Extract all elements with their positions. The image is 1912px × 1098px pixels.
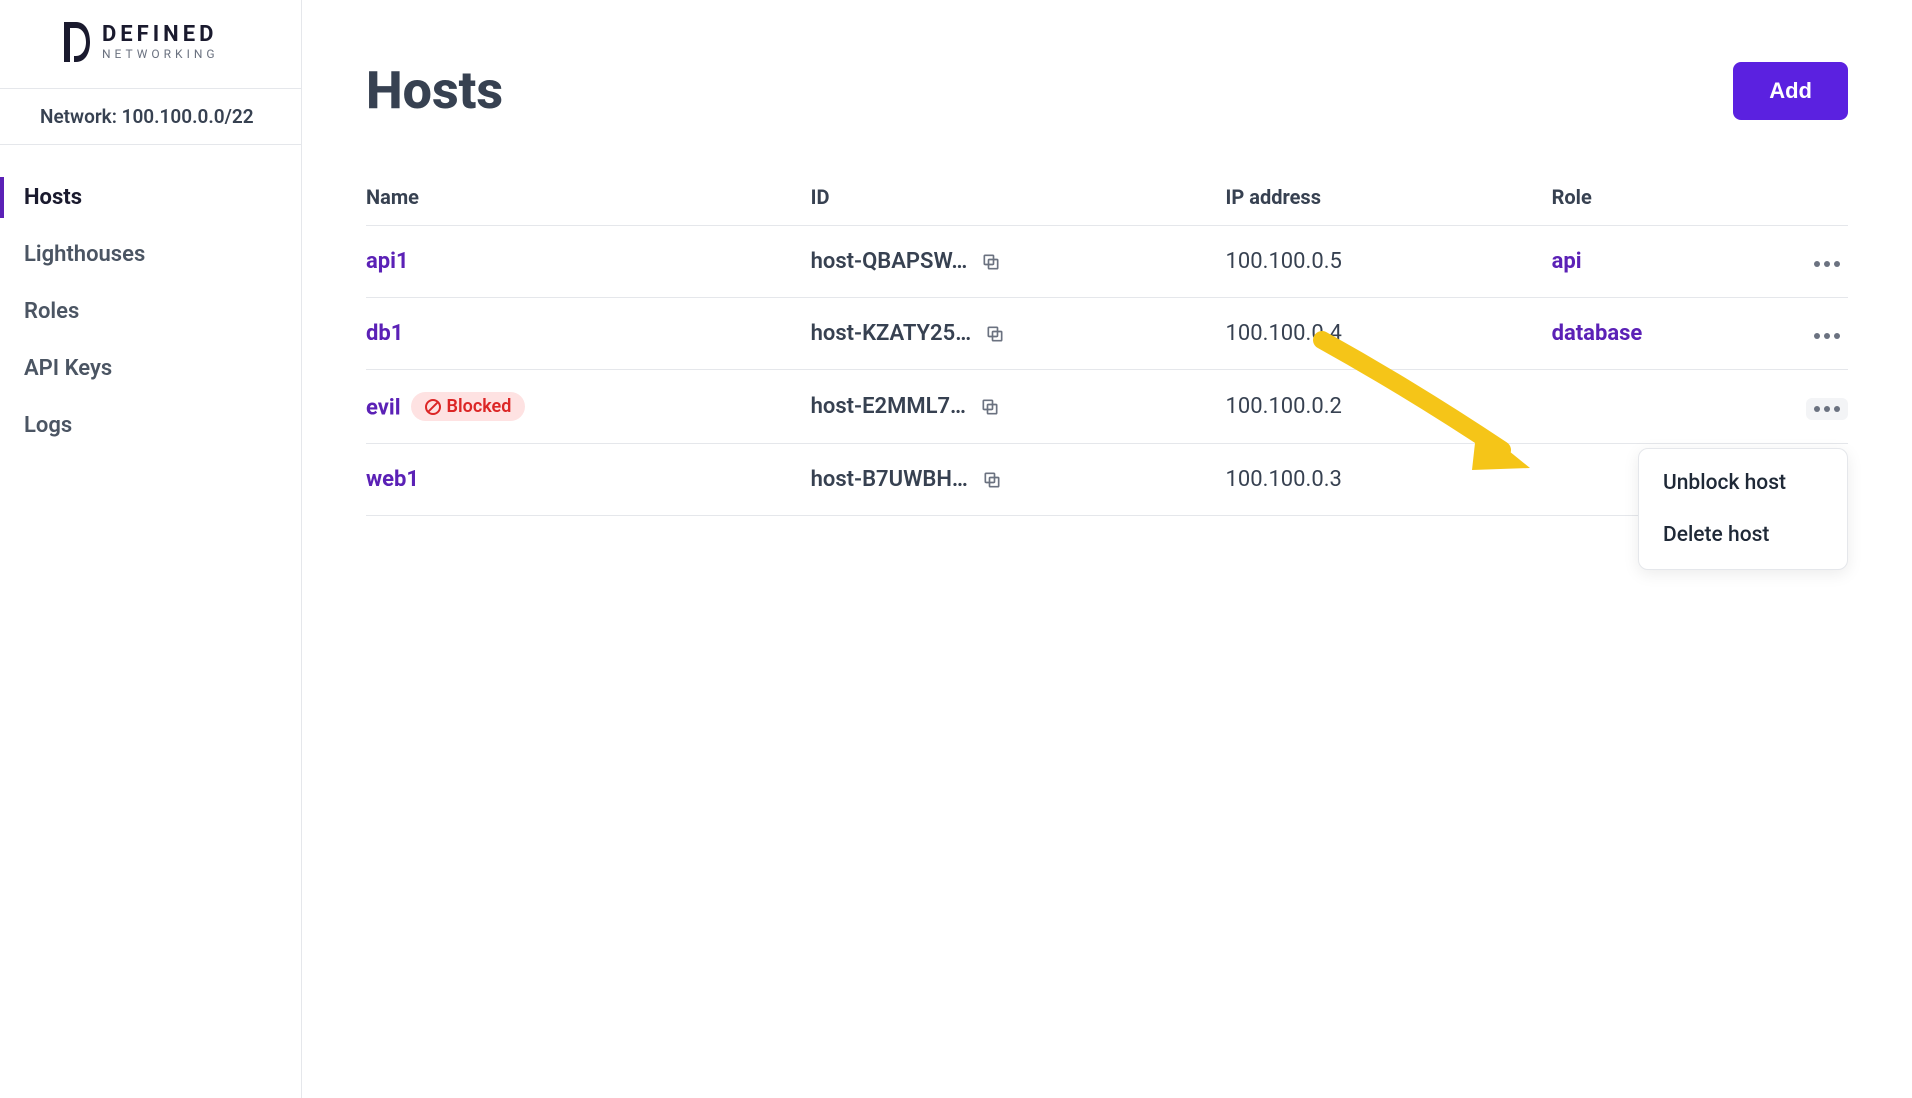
row-actions-button[interactable] <box>1806 253 1848 275</box>
table-row: web1 host-B7UWBH… 100.100.0.3 <box>366 444 1848 516</box>
hosts-table: Name ID IP address Role api1 host-QBAPSW… <box>366 169 1848 516</box>
copy-icon[interactable] <box>985 324 1005 344</box>
host-ip: 100.100.0.3 <box>1226 467 1342 492</box>
network-label: Network: 100.100.0.0/22 <box>0 89 301 145</box>
brand-title: DEFINED <box>102 24 219 46</box>
row-actions-button[interactable] <box>1806 325 1848 347</box>
host-name-link[interactable]: evil <box>366 396 401 421</box>
host-ip: 100.100.0.4 <box>1226 321 1342 346</box>
host-id: host-QBAPSW… <box>811 249 968 274</box>
dropdown-unblock-host[interactable]: Unblock host <box>1639 457 1847 509</box>
th-id: ID <box>811 169 1226 226</box>
main-content: Hosts Add Name ID IP address Role api1 h… <box>302 0 1912 1098</box>
copy-icon[interactable] <box>980 397 1000 417</box>
blocked-badge: Blocked <box>411 392 526 421</box>
host-name-link[interactable]: web1 <box>366 467 419 492</box>
sidebar-item-logs[interactable]: Logs <box>0 397 301 454</box>
table-row: evil Blocked host-E2MML7… 100.100.0.2 <box>366 370 1848 444</box>
page-header: Hosts Add <box>366 60 1848 121</box>
sidebar-item-roles[interactable]: Roles <box>0 283 301 340</box>
host-role-link[interactable]: api <box>1552 249 1582 274</box>
host-id: host-E2MML7… <box>811 394 966 419</box>
th-name: Name <box>366 169 811 226</box>
host-actions-dropdown: Unblock host Delete host <box>1638 448 1848 570</box>
copy-icon[interactable] <box>981 252 1001 272</box>
logo-icon <box>58 20 90 64</box>
add-button[interactable]: Add <box>1733 62 1848 120</box>
blocked-icon <box>425 399 441 415</box>
sidebar-item-hosts[interactable]: Hosts <box>0 169 301 226</box>
th-ip: IP address <box>1226 169 1552 226</box>
brand-subtitle: NETWORKING <box>102 48 219 60</box>
host-name-link[interactable]: db1 <box>366 321 403 346</box>
host-ip: 100.100.0.5 <box>1226 249 1342 274</box>
row-actions-button[interactable] <box>1806 398 1848 420</box>
host-role-link[interactable]: database <box>1552 321 1643 346</box>
host-id: host-KZATY25… <box>811 321 972 346</box>
th-actions <box>1789 169 1848 226</box>
host-ip: 100.100.0.2 <box>1226 394 1342 419</box>
logo-area: DEFINED NETWORKING <box>0 0 301 89</box>
sidebar-item-lighthouses[interactable]: Lighthouses <box>0 226 301 283</box>
table-row: db1 host-KZATY25… 100.100.0.4 database <box>366 298 1848 370</box>
th-role: Role <box>1552 169 1789 226</box>
host-name-link[interactable]: api1 <box>366 249 409 274</box>
copy-icon[interactable] <box>982 470 1002 490</box>
dropdown-delete-host[interactable]: Delete host <box>1639 509 1847 561</box>
page-title: Hosts <box>366 60 503 121</box>
sidebar: DEFINED NETWORKING Network: 100.100.0.0/… <box>0 0 302 1098</box>
sidebar-nav: Hosts Lighthouses Roles API Keys Logs <box>0 145 301 478</box>
table-row: api1 host-QBAPSW… 100.100.0.5 api <box>366 226 1848 298</box>
host-id: host-B7UWBH… <box>811 467 968 492</box>
sidebar-item-api-keys[interactable]: API Keys <box>0 340 301 397</box>
brand-logo[interactable]: DEFINED NETWORKING <box>58 20 277 64</box>
